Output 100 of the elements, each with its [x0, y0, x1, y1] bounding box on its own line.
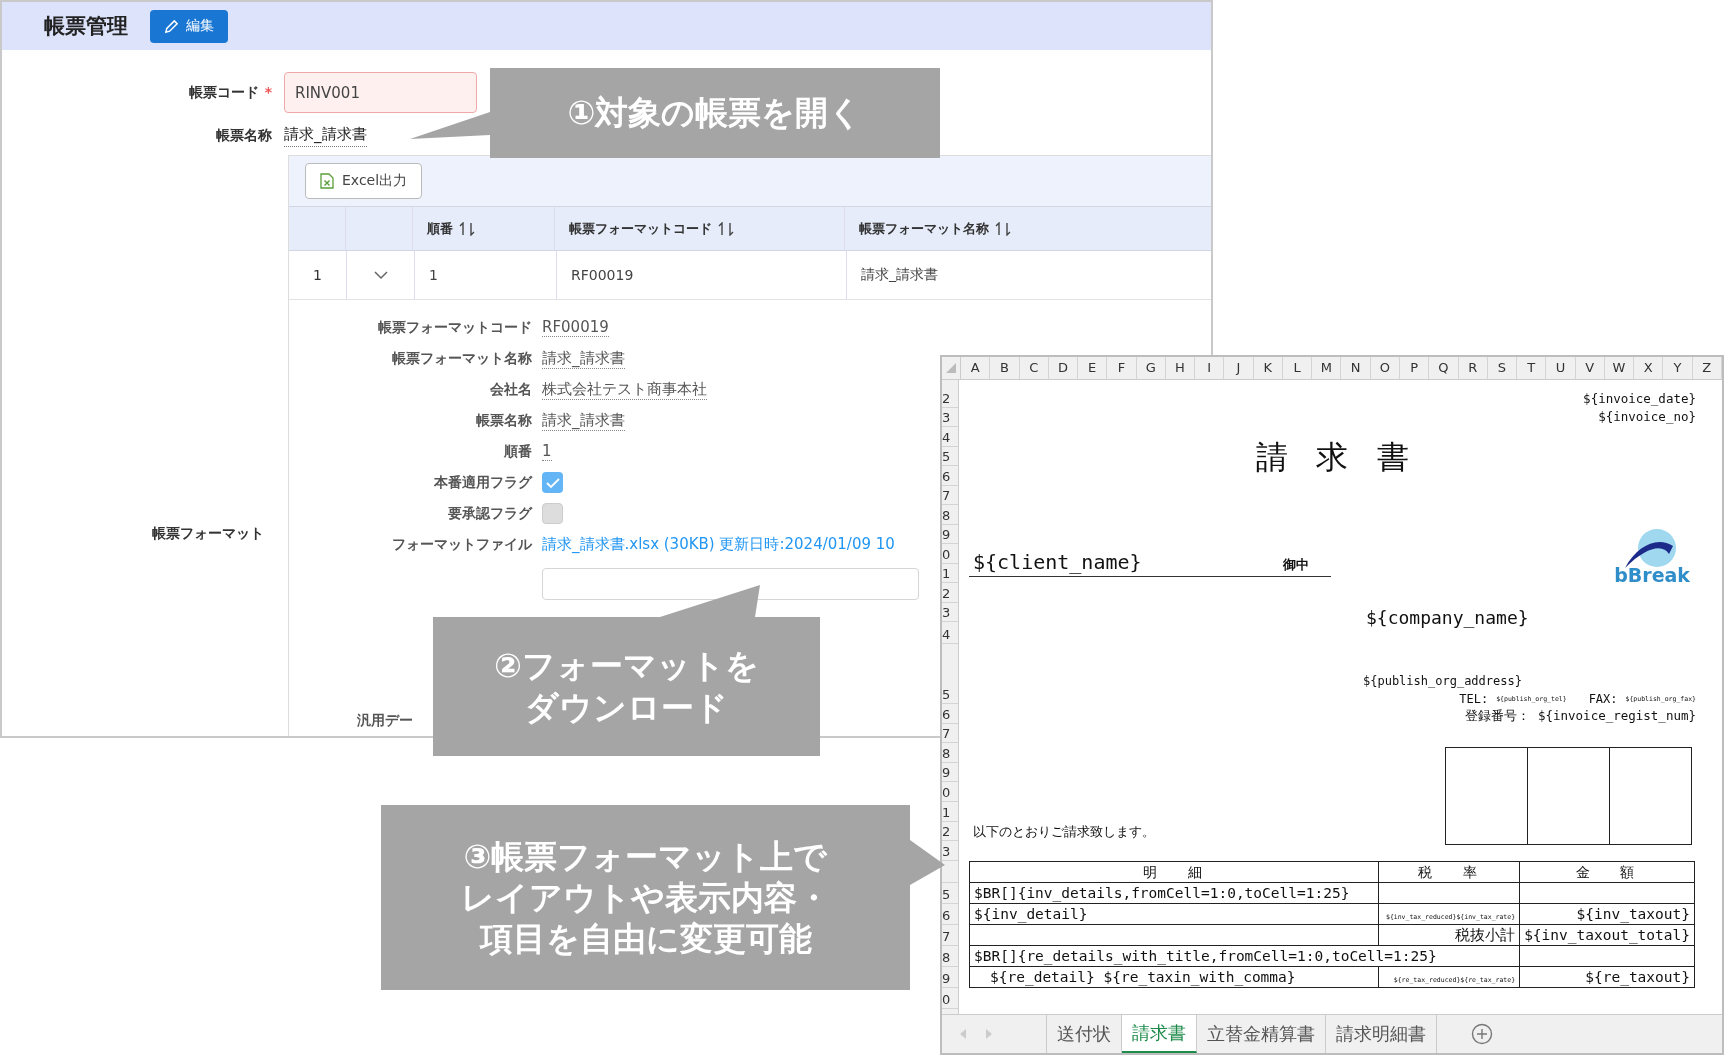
row-number[interactable]: 2: [942, 391, 951, 405]
row-number[interactable]: 7: [942, 929, 951, 943]
column-letter[interactable]: T: [1517, 357, 1547, 379]
column-letter[interactable]: W: [1604, 357, 1635, 379]
row-number[interactable]: 3: [942, 411, 951, 424]
row-number[interactable]: 1: [942, 567, 951, 580]
table-cell: 1: [429, 267, 438, 283]
row-number[interactable]: 9: [942, 528, 951, 541]
client-name-variable: ${client_name}: [973, 550, 1142, 574]
row-number[interactable]: 7: [942, 727, 951, 741]
row-number[interactable]: 9: [942, 766, 951, 780]
row-number[interactable]: 0: [942, 547, 951, 561]
add-icon[interactable]: [1471, 1023, 1493, 1045]
row-number[interactable]: 8: [942, 746, 951, 760]
sheet-tab[interactable]: 請求明細書: [1326, 1015, 1437, 1053]
table-header-cell: 金額: [1575, 864, 1666, 880]
next-icon[interactable]: [984, 1028, 994, 1040]
column-letter[interactable]: B: [990, 357, 1020, 379]
column-letter[interactable]: U: [1546, 357, 1576, 379]
column-header[interactable]: 帳票フォーマットコード: [569, 219, 712, 238]
callout-text: ③帳票フォーマット上で レイアウトや表示内容・ 項目を自由に変更可能: [461, 835, 830, 960]
row-number[interactable]: 8: [942, 950, 951, 964]
row-number[interactable]: 9: [942, 971, 951, 985]
column-letter[interactable]: J: [1224, 357, 1254, 379]
row-number[interactable]: 3: [942, 606, 951, 619]
row-number[interactable]: 7: [942, 489, 951, 502]
row-number[interactable]: 6: [942, 707, 951, 721]
column-letter[interactable]: D: [1048, 357, 1079, 379]
registration-number: 登録番号： ${invoice_regist_num}: [1465, 708, 1696, 725]
greeting-text: 以下のとおりご請求致します。: [973, 823, 1155, 841]
code-input[interactable]: RINV001: [284, 72, 477, 113]
column-header[interactable]: 順番: [427, 219, 453, 238]
column-letter[interactable]: C: [1019, 357, 1049, 379]
logo-text: bBreak: [1614, 566, 1690, 585]
checkbox[interactable]: [542, 503, 563, 524]
row-number[interactable]: 6: [942, 469, 951, 483]
checkbox[interactable]: [542, 472, 563, 493]
column-letter[interactable]: X: [1634, 357, 1664, 379]
column-letter[interactable]: O: [1370, 357, 1400, 379]
detail-label: 会社名: [489, 380, 532, 399]
column-letter[interactable]: K: [1253, 357, 1283, 379]
edit-button[interactable]: 編集: [150, 9, 228, 43]
detail-label: 順番: [503, 442, 532, 461]
row-number[interactable]: 5: [942, 450, 951, 463]
column-letter[interactable]: P: [1400, 357, 1430, 379]
upload-area[interactable]: [542, 568, 919, 600]
sheet-tab[interactable]: 請求書: [1122, 1015, 1197, 1053]
column-letter[interactable]: L: [1282, 357, 1313, 379]
detail-label: 要承認フラグ: [447, 504, 532, 523]
row-number[interactable]: 2: [942, 825, 951, 839]
invoice-date-variable: ${invoice_date}: [1583, 390, 1696, 408]
chevron-icon[interactable]: [372, 270, 389, 280]
detail-value: 請求_請求書: [542, 410, 625, 431]
pencil-icon: [164, 18, 179, 34]
row-number[interactable]: 8: [942, 508, 951, 522]
column-letter[interactable]: M: [1312, 357, 1342, 379]
sort-icon[interactable]: [459, 221, 475, 236]
row-number[interactable]: 2: [942, 586, 951, 600]
column-letter[interactable]: V: [1575, 357, 1605, 379]
row-number[interactable]: 6: [942, 908, 951, 922]
row-number[interactable]: 1: [942, 805, 951, 819]
column-letter[interactable]: Y: [1663, 357, 1693, 379]
sheet-cell-text: ${re_detail} ${re_taxin_with_comma}: [990, 968, 1296, 985]
table-header-cell: 税率: [1417, 864, 1508, 880]
column-letter[interactable]: N: [1341, 357, 1371, 379]
field-value: 請求_請求書: [284, 125, 367, 147]
excel-export-button[interactable]: Excel出力: [305, 163, 423, 199]
row-number[interactable]: 3: [942, 844, 951, 858]
previous-icon[interactable]: [958, 1028, 968, 1040]
sort-icon[interactable]: [995, 221, 1011, 236]
column-letter[interactable]: Z: [1692, 357, 1722, 379]
detail-label: 帳票フォーマットコード: [377, 318, 532, 337]
column-header[interactable]: 帳票フォーマット名称: [859, 219, 989, 238]
column-letter[interactable]: Q: [1429, 357, 1459, 379]
callout-text: ②フォーマットを ダウンロード: [494, 645, 759, 728]
column-letter[interactable]: R: [1458, 357, 1488, 379]
row-number[interactable]: 4: [942, 628, 951, 641]
detail-value: RF00019: [542, 318, 609, 337]
select-all-icon[interactable]: [945, 362, 957, 374]
sheet-cell-text: $BR[]{inv_details,fromCell=1:0,toCell=1:25}: [974, 884, 1350, 901]
section-label: 帳票フォーマット: [152, 525, 264, 543]
column-letter[interactable]: S: [1487, 357, 1518, 379]
sheet-tab[interactable]: 立替金精算書: [1197, 1015, 1326, 1053]
row-number[interactable]: 0: [942, 992, 951, 1006]
document-title: 請求書: [1254, 437, 1440, 478]
column-letter[interactable]: E: [1078, 357, 1108, 379]
row-number[interactable]: 4: [942, 430, 951, 444]
spreadsheet-icon: [320, 173, 334, 189]
detail-label: 帳票フォーマット名称: [391, 349, 532, 368]
row-number[interactable]: 0: [942, 785, 951, 799]
column-letter[interactable]: G: [1136, 357, 1166, 379]
sort-icon[interactable]: [718, 221, 734, 236]
column-letter[interactable]: H: [1165, 357, 1196, 379]
column-letter[interactable]: A: [961, 357, 991, 379]
row-number[interactable]: 5: [942, 688, 951, 701]
tel-label: TEL:: [1459, 692, 1489, 706]
row-number[interactable]: 5: [942, 887, 951, 901]
column-letter[interactable]: F: [1107, 357, 1137, 379]
address-variable: ${publish_org_address}: [1363, 674, 1523, 688]
column-letter[interactable]: I: [1195, 357, 1225, 379]
